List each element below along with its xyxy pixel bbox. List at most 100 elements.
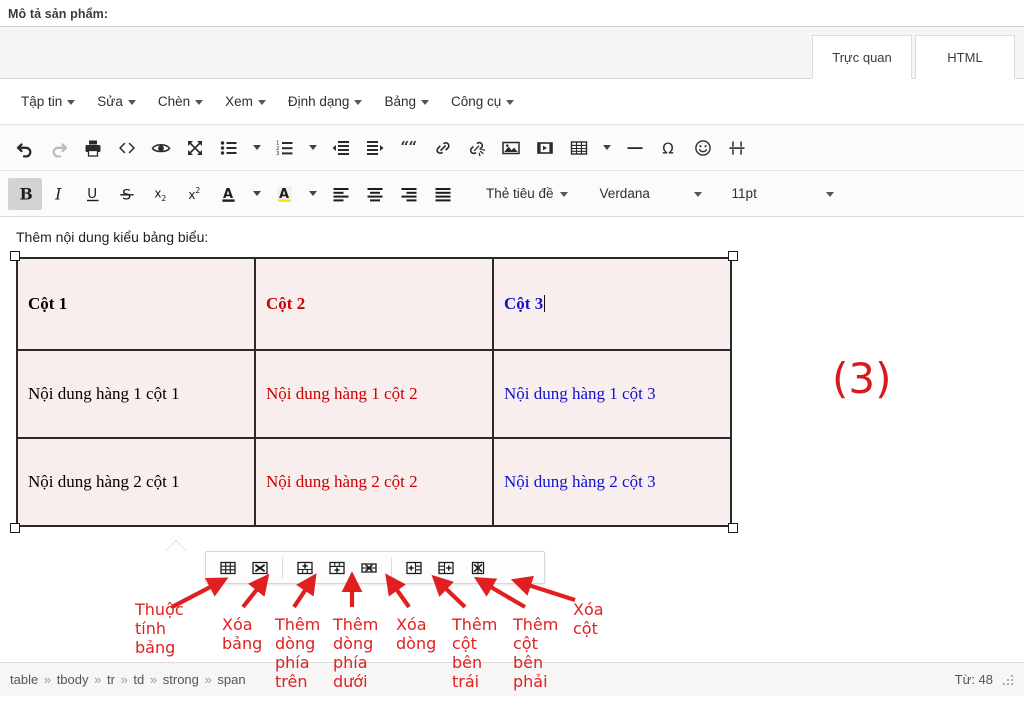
menu-view-label: Xem [225, 94, 253, 109]
horizontal-rule-icon[interactable] [618, 132, 652, 164]
font-family-select[interactable]: Verdana [592, 178, 710, 210]
table-cell-header-3[interactable]: Cột 3 [492, 257, 732, 351]
source-code-icon[interactable] [110, 132, 144, 164]
align-center-icon[interactable] [358, 178, 392, 210]
strikethrough-icon[interactable]: S [110, 178, 144, 210]
breadcrumb-item-tr[interactable]: tr [107, 672, 115, 687]
emoticon-icon[interactable] [686, 132, 720, 164]
resize-grip-icon[interactable] [1002, 674, 1014, 686]
chevron-down-icon [257, 100, 266, 105]
undo-icon[interactable] [8, 132, 42, 164]
blockquote-icon[interactable]: ““ [392, 132, 426, 164]
breadcrumb-separator: » [120, 672, 128, 687]
numbered-list-icon[interactable]: 123 [268, 132, 302, 164]
table-resize-handle-bottom-right[interactable] [728, 523, 738, 533]
table-cell-header-2[interactable]: Cột 2 [254, 257, 494, 351]
breadcrumb-item-tbody[interactable]: tbody [57, 672, 89, 687]
breadcrumb-item-strong[interactable]: strong [163, 672, 199, 687]
fullscreen-icon[interactable] [178, 132, 212, 164]
indent-icon[interactable] [358, 132, 392, 164]
align-justify-icon[interactable] [426, 178, 460, 210]
subscript-icon[interactable]: x2 [144, 178, 178, 210]
table-icon[interactable] [562, 132, 596, 164]
menu-edit[interactable]: Sửa [86, 88, 147, 115]
image-icon[interactable] [494, 132, 528, 164]
table-row[interactable]: Cột 1 Cột 2 Cột 3 [16, 257, 732, 351]
table-cell-r1c1[interactable]: Nội dung hàng 1 cột 1 [16, 349, 256, 439]
numbered-list-options-chevron-icon[interactable] [302, 132, 324, 164]
insert-column-after-icon[interactable] [430, 554, 462, 581]
delete-row-icon[interactable] [353, 554, 385, 581]
svg-text:Ω: Ω [662, 139, 673, 157]
breadcrumb-item-td[interactable]: td [133, 672, 144, 687]
unlink-icon[interactable] [460, 132, 494, 164]
table-cell-r1c3[interactable]: Nội dung hàng 1 cột 3 [492, 349, 732, 439]
table-row[interactable]: Nội dung hàng 1 cột 1 Nội dung hàng 1 cộ… [16, 349, 732, 439]
delete-table-icon[interactable] [244, 554, 276, 581]
table-resize-handle-top-left[interactable] [10, 251, 20, 261]
media-icon[interactable] [528, 132, 562, 164]
chevron-down-icon [559, 192, 568, 197]
insert-column-before-icon[interactable] [398, 554, 430, 581]
toolbar-formatting: B I U S x2 x2 A A [0, 171, 1024, 217]
menu-format[interactable]: Định dạng [277, 88, 374, 115]
table-properties-icon[interactable] [212, 554, 244, 581]
align-left-icon[interactable] [324, 178, 358, 210]
element-path-breadcrumb: table » tbody » tr » td » strong » span [10, 672, 246, 687]
svg-text:3: 3 [276, 151, 280, 157]
menu-tools[interactable]: Công cụ [440, 88, 525, 115]
link-icon[interactable] [426, 132, 460, 164]
italic-icon[interactable]: I [42, 178, 76, 210]
special-char-icon[interactable]: Ω [652, 132, 686, 164]
breadcrumb-item-table[interactable]: table [10, 672, 38, 687]
redo-icon[interactable] [42, 132, 76, 164]
bold-icon[interactable]: B [8, 177, 42, 210]
menu-view[interactable]: Xem [214, 88, 277, 115]
chevron-down-icon [195, 100, 204, 105]
page-break-icon[interactable] [720, 132, 754, 164]
menu-file-label: Tập tin [21, 94, 63, 109]
bullet-list-options-chevron-icon[interactable] [246, 132, 268, 164]
delete-column-icon[interactable] [462, 554, 494, 581]
table-options-chevron-icon[interactable] [596, 132, 618, 164]
selected-table-wrapper[interactable]: Cột 1 Cột 2 Cột 3 Nội dung hàng 1 cột 1 … [10, 251, 738, 533]
text-color-chevron-icon[interactable] [246, 178, 268, 210]
table-cell-header-1[interactable]: Cột 1 [16, 257, 256, 351]
outdent-icon[interactable] [324, 132, 358, 164]
table-cell-r2c2[interactable]: Nội dung hàng 2 cột 2 [254, 437, 494, 527]
superscript-icon[interactable]: x2 [178, 178, 212, 210]
svg-text:2: 2 [195, 185, 200, 194]
menu-table-label: Bảng [384, 94, 416, 109]
tab-visual[interactable]: Trực quan [812, 35, 912, 79]
text-color-icon[interactable]: A [212, 178, 246, 210]
table-cell-r1c2[interactable]: Nội dung hàng 1 cột 2 [254, 349, 494, 439]
background-color-chevron-icon[interactable] [302, 178, 324, 210]
insert-row-before-icon[interactable] [289, 554, 321, 581]
table-popup-arrow [165, 541, 187, 552]
underline-icon[interactable]: U [76, 178, 110, 210]
table-cell-r2c3[interactable]: Nội dung hàng 2 cột 3 [492, 437, 732, 527]
menu-insert[interactable]: Chèn [147, 88, 214, 115]
preview-eye-icon[interactable] [144, 132, 178, 164]
table-resize-handle-bottom-left[interactable] [10, 523, 20, 533]
content-table[interactable]: Cột 1 Cột 2 Cột 3 Nội dung hàng 1 cột 1 … [16, 257, 732, 527]
table-cell-r2c1[interactable]: Nội dung hàng 2 cột 1 [16, 437, 256, 527]
print-icon[interactable] [76, 132, 110, 164]
tab-html[interactable]: HTML [915, 35, 1015, 79]
chevron-down-icon [420, 100, 429, 105]
menu-table[interactable]: Bảng [373, 88, 440, 115]
menu-file[interactable]: Tập tin [10, 88, 86, 115]
breadcrumb-item-span[interactable]: span [217, 672, 245, 687]
editor-body[interactable]: Thêm nội dung kiểu bảng biểu: Cột 1 Cột … [0, 217, 1024, 658]
format-select[interactable]: Thẻ tiêu đề [478, 178, 576, 210]
table-resize-handle-top-right[interactable] [728, 251, 738, 261]
chevron-down-icon [354, 100, 363, 105]
insert-row-after-icon[interactable] [321, 554, 353, 581]
toolbar-divider [391, 557, 392, 578]
background-color-icon[interactable]: A [268, 178, 302, 210]
align-right-icon[interactable] [392, 178, 426, 210]
bullet-list-icon[interactable] [212, 132, 246, 164]
font-size-select[interactable]: 11pt [724, 178, 842, 210]
svg-text:I: I [54, 185, 62, 203]
table-row[interactable]: Nội dung hàng 2 cột 1 Nội dung hàng 2 cộ… [16, 437, 732, 527]
